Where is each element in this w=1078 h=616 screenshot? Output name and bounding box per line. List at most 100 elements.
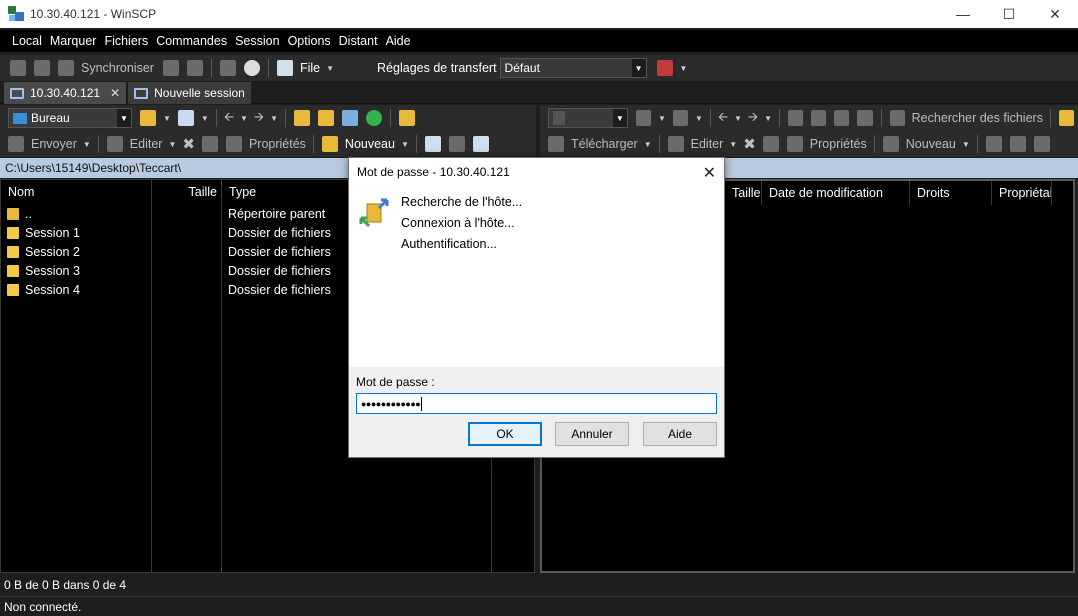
- step-host-lookup: Recherche de l'hôte...: [401, 195, 523, 209]
- filter-select-icon[interactable]: [472, 136, 489, 152]
- rechercher-button[interactable]: Rechercher des fichiers: [912, 111, 1043, 125]
- column-nom[interactable]: Nom: [1, 180, 152, 204]
- menu-aide[interactable]: Aide: [382, 34, 415, 48]
- back-icon[interactable]: 🡨: [224, 108, 234, 129]
- local-drive-select[interactable]: Bureau ▼: [8, 108, 132, 128]
- column-proprietaire[interactable]: Propriétaire: [992, 181, 1052, 205]
- unselect-icon[interactable]: [1009, 136, 1026, 152]
- right-nav-toolbar: ▼ ▼ ▼ 🡨 ▼ 🡪 ▼ Rechercher des fichiers: [540, 105, 1078, 131]
- window-title: 10.30.40.121 - WinSCP: [30, 7, 157, 21]
- menu-distant[interactable]: Distant: [335, 34, 382, 48]
- help-button[interactable]: Aide: [643, 422, 717, 446]
- delete-icon[interactable]: ✖: [182, 135, 195, 153]
- back-icon[interactable]: 🡨: [718, 108, 728, 129]
- bookmarks-icon[interactable]: [399, 110, 415, 126]
- tab-new-session[interactable]: Nouvelle session: [128, 82, 251, 104]
- refresh-icon[interactable]: [857, 110, 873, 126]
- preset-icon[interactable]: [656, 60, 673, 76]
- left-nav-toolbar: Bureau ▼ ▼ ▼ 🡨 ▼ 🡪 ▼: [0, 105, 536, 131]
- column-droits[interactable]: Droits: [910, 181, 992, 205]
- editer-button[interactable]: Editer: [130, 137, 163, 151]
- dialog-progress-area: Recherche de l'hôte... Connexion à l'hôt…: [349, 186, 724, 367]
- minimize-button[interactable]: —: [940, 0, 986, 28]
- title-bar: 10.30.40.121 - WinSCP — ☐ ✕: [0, 0, 1078, 28]
- column-date[interactable]: Date de modification: [762, 181, 910, 205]
- proprietes-button[interactable]: Propriétés: [810, 137, 867, 151]
- chevron-down-icon: ▼: [631, 59, 646, 77]
- menu-options[interactable]: Options: [284, 34, 335, 48]
- monitor-icon: [10, 87, 24, 99]
- open-folder-icon[interactable]: [140, 110, 156, 126]
- local-path: C:\Users\15149\Desktop\Teccart\: [5, 161, 182, 175]
- transfer-settings-select[interactable]: Défaut ▼: [499, 58, 647, 78]
- forward-icon[interactable]: 🡪: [748, 108, 758, 129]
- step-connecting: Connexion à l'hôte...: [401, 216, 515, 230]
- open-folder-icon[interactable]: [635, 110, 651, 126]
- tab-session-active[interactable]: 10.30.40.121 ✕: [4, 82, 127, 104]
- password-label: Mot de passe :: [356, 375, 435, 389]
- parent-directory-icon[interactable]: [294, 110, 310, 126]
- nouveau-button[interactable]: Nouveau: [345, 137, 395, 151]
- synchronize-icon[interactable]: [58, 60, 74, 76]
- maximize-button[interactable]: ☐: [986, 0, 1032, 28]
- root-directory-icon[interactable]: [318, 110, 334, 126]
- connection-steps: Recherche de l'hôte... Connexion à l'hôt…: [401, 192, 522, 255]
- edit-icon: [667, 136, 684, 152]
- close-icon[interactable]: ✕: [703, 163, 716, 183]
- new-folder-icon: [882, 136, 899, 152]
- menu-session[interactable]: Session: [231, 34, 283, 48]
- select-all-icon[interactable]: [424, 136, 441, 152]
- close-window-button[interactable]: ✕: [1032, 0, 1078, 28]
- home-icon[interactable]: [342, 110, 358, 126]
- synchroniser-button[interactable]: Synchroniser: [81, 61, 154, 75]
- menu-fichiers[interactable]: Fichiers: [100, 34, 152, 48]
- gear-icon[interactable]: [243, 60, 260, 76]
- telecharger-button[interactable]: Télécharger: [571, 137, 638, 151]
- refresh-icon[interactable]: [366, 110, 382, 126]
- password-input[interactable]: ●●●●●●●●●●●●: [356, 393, 717, 414]
- new-folder-icon: [321, 136, 338, 152]
- find-files-icon: [889, 110, 905, 126]
- folder-icon: [553, 111, 565, 125]
- chevron-down-icon[interactable]: ▼: [326, 64, 334, 73]
- unselect-icon[interactable]: [448, 136, 465, 152]
- bookmarks-icon[interactable]: [1058, 110, 1075, 126]
- nouveau-button[interactable]: Nouveau: [906, 137, 956, 151]
- proprietes-button[interactable]: Propriétés: [249, 137, 306, 151]
- select-all-icon[interactable]: [985, 136, 1002, 152]
- folder-icon: [7, 284, 19, 296]
- menu-commandes[interactable]: Commandes: [152, 34, 231, 48]
- chevron-down-icon[interactable]: ▼: [680, 64, 688, 73]
- sync-browse-icon[interactable]: [34, 60, 50, 76]
- rename-icon[interactable]: [762, 136, 779, 152]
- folder-icon: [7, 227, 19, 239]
- envoyer-button[interactable]: Envoyer: [31, 137, 77, 151]
- transfer-icon[interactable]: [186, 60, 203, 76]
- console-icon[interactable]: [219, 60, 236, 76]
- home-icon[interactable]: [834, 110, 850, 126]
- forward-icon[interactable]: 🡪: [254, 108, 264, 129]
- left-action-toolbar: Envoyer ▼ Editer ▼ ✖ Propriétés Nouveau …: [0, 131, 536, 157]
- compare-directories-icon[interactable]: [10, 60, 26, 76]
- menu-local[interactable]: Local: [8, 34, 46, 48]
- filter-icon[interactable]: [177, 110, 194, 126]
- upload-icon: [8, 136, 24, 152]
- filter-select-icon[interactable]: [1033, 136, 1050, 152]
- dialog-title: Mot de passe - 10.30.40.121: [357, 165, 510, 179]
- column-taille[interactable]: Taille: [725, 181, 762, 205]
- filter-icon[interactable]: [672, 110, 688, 126]
- cancel-button[interactable]: Annuler: [555, 422, 629, 446]
- editer-button[interactable]: Editer: [691, 137, 724, 151]
- remote-dir-select[interactable]: ▼: [548, 108, 628, 128]
- queue-icon[interactable]: [162, 60, 179, 76]
- menu-marquer[interactable]: Marquer: [46, 34, 101, 48]
- main-toolbar: Synchroniser File ▼ Réglages de transfer…: [0, 55, 1078, 81]
- delete-icon[interactable]: ✖: [743, 135, 756, 153]
- file-menu-button[interactable]: File: [300, 61, 320, 75]
- close-icon[interactable]: ✕: [110, 86, 120, 100]
- ok-button[interactable]: OK: [468, 422, 542, 446]
- rename-icon[interactable]: [201, 136, 218, 152]
- column-taille[interactable]: Taille: [152, 180, 222, 204]
- parent-directory-icon[interactable]: [787, 110, 804, 126]
- root-directory-icon[interactable]: [811, 110, 827, 126]
